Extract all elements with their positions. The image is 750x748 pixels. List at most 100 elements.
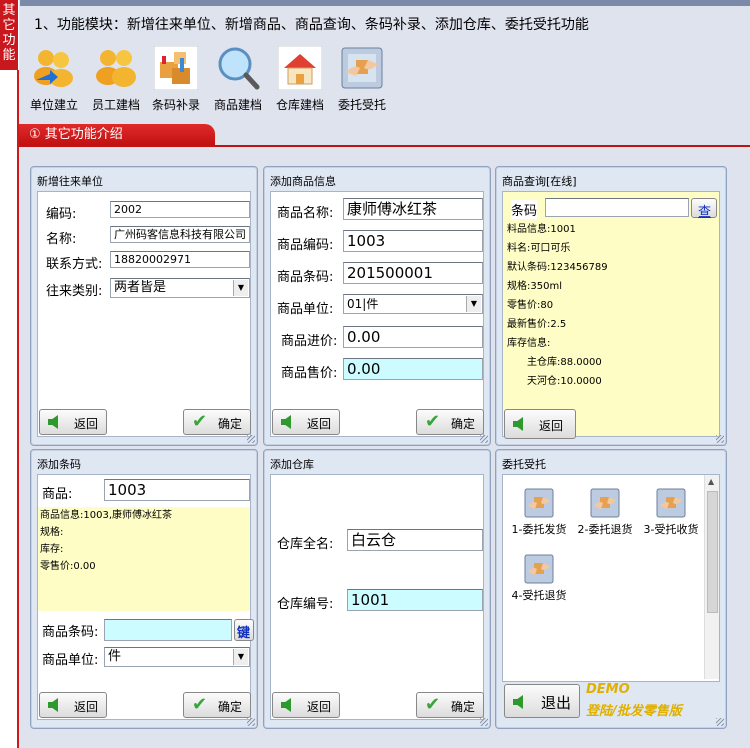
scroll-thumb[interactable] <box>707 491 718 613</box>
back-button[interactable]: 返回 <box>272 692 340 718</box>
unit-name-input[interactable]: 广州码客信息科技有限公司 <box>110 226 250 243</box>
product-code-input[interactable]: 1003 <box>343 230 483 252</box>
barcode-form: 商品: 1003 商品信息:1003,康师傅冰红茶 规格: 库存: 零售价:0.… <box>37 474 254 720</box>
resize-grip-icon[interactable] <box>247 435 255 443</box>
info-line: 料品信息:1001 <box>507 224 576 235</box>
resize-grip-icon[interactable] <box>716 435 724 443</box>
warehouse-name-input[interactable]: 白云仓 <box>347 529 483 551</box>
query-panel: 商品查询[在线] 条码 查 料品信息:1001 料名:可口可乐 默认条码:123… <box>495 166 727 446</box>
resize-grip-icon[interactable] <box>716 718 724 726</box>
barcode-unit-value: 件 <box>108 649 122 664</box>
product-price-input[interactable]: 0.00 <box>343 358 483 380</box>
section-title: ① 其它功能介绍 <box>19 124 215 146</box>
info-line: 库存信息: <box>507 338 551 349</box>
module-unit[interactable]: 单位建立 <box>24 46 84 113</box>
ok-button[interactable]: ✔ 确定 <box>183 409 251 435</box>
page-heading: 1、功能模块：新增往来单位、新增商品、商品查询、条码补录、添加仓库、委托受托功能 <box>34 17 589 33</box>
info-line: 规格: <box>40 527 64 538</box>
warehouse-form: 仓库全名: 白云仓 仓库编号: 1001 <box>270 474 484 720</box>
warehouse-code-label: 仓库编号: <box>277 597 334 612</box>
back-button[interactable]: 返回 <box>39 692 107 718</box>
dropdown-arrow-icon[interactable]: ▼ <box>233 649 248 665</box>
barcode-unit-select[interactable]: 件 ▼ <box>104 647 250 667</box>
panel-title: 添加商品信息 <box>270 175 336 188</box>
keyboard-button[interactable]: 键 <box>234 619 254 641</box>
side-tab-label[interactable]: 其它功能 <box>0 0 18 70</box>
module-staff[interactable]: 员工建档 <box>86 46 146 113</box>
exit-button[interactable]: 退出 <box>504 684 580 718</box>
module-product[interactable]: 商品建档 <box>208 46 268 113</box>
scroll-up-icon[interactable]: ▲ <box>708 477 714 486</box>
query-search-button[interactable]: 查 <box>691 198 717 220</box>
unit-contact-input[interactable]: 18820002971 <box>110 251 250 268</box>
module-label: 商品建档 <box>213 98 262 112</box>
back-label: 返回 <box>74 417 99 431</box>
magnifier-icon <box>216 46 260 90</box>
product-cost-label: 商品进价: <box>281 334 338 349</box>
unit-type-value: 两者皆是 <box>114 280 167 295</box>
product-cost-input[interactable]: 0.00 <box>343 326 483 348</box>
handshake-icon <box>524 554 554 584</box>
dropdown-arrow-icon[interactable]: ▼ <box>233 280 248 296</box>
query-barcode-input[interactable] <box>545 198 689 217</box>
search-label: 查 <box>698 205 712 220</box>
barcode-input[interactable] <box>104 619 232 641</box>
back-button[interactable]: 返回 <box>39 409 107 435</box>
check-icon: ✔ <box>192 411 208 432</box>
warehouse-panel: 添加仓库 仓库全名: 白云仓 仓库编号: 1001 返回 ✔ 确定 <box>263 449 491 729</box>
panel-title: 新增往来单位 <box>37 175 103 188</box>
back-label: 返回 <box>307 700 332 714</box>
boxes-icon <box>153 45 199 91</box>
ok-button[interactable]: ✔ 确定 <box>183 692 251 718</box>
resize-grip-icon[interactable] <box>480 718 488 726</box>
module-warehouse[interactable]: 仓库建档 <box>270 45 330 113</box>
ok-button[interactable]: ✔ 确定 <box>416 692 484 718</box>
product-barcode-input[interactable]: 201500001 <box>343 262 483 284</box>
unit-type-select[interactable]: 两者皆是 ▼ <box>110 278 250 298</box>
back-arrow-icon <box>48 415 58 429</box>
handshake-icon <box>340 46 384 90</box>
resize-grip-icon[interactable] <box>247 718 255 726</box>
product-unit-select[interactable]: 01|件 ▼ <box>343 294 483 314</box>
entrust-item[interactable]: 3-受托收货 <box>636 488 706 537</box>
back-button[interactable]: 返回 <box>272 409 340 435</box>
info-line: 料名:可口可乐 <box>507 243 571 254</box>
back-button[interactable]: 返回 <box>504 409 576 439</box>
product-name-input[interactable]: 康师傅冰红茶 <box>343 198 483 220</box>
ok-button[interactable]: ✔ 确定 <box>416 409 484 435</box>
panel-title: 添加条码 <box>37 458 81 471</box>
entrust-item-label: 3-受托收货 <box>643 523 699 536</box>
unit-contact-label: 联系方式: <box>46 257 103 272</box>
module-entrust[interactable]: 委托受托 <box>332 46 392 113</box>
handshake-icon <box>656 488 686 518</box>
unit-panel: 新增往来单位 编码: 2002 名称: 广州码客信息科技有限公司 联系方式: 1… <box>30 166 258 446</box>
dropdown-arrow-icon[interactable]: ▼ <box>466 296 481 312</box>
unit-code-input[interactable]: 2002 <box>110 201 250 218</box>
warehouse-code-input[interactable]: 1001 <box>347 589 483 611</box>
check-icon: ✔ <box>192 694 208 715</box>
entrust-item[interactable]: 4-受托退货 <box>504 554 574 603</box>
entrust-item[interactable]: 2-委托退货 <box>570 488 640 537</box>
info-line: 零售价:0.00 <box>40 561 96 572</box>
ok-label: 确定 <box>218 417 243 431</box>
section-divider <box>19 145 750 147</box>
panel-title: 委托受托 <box>502 458 546 471</box>
module-barcode[interactable]: 条码补录 <box>146 45 206 113</box>
entrust-item-label: 4-受托退货 <box>511 589 567 602</box>
vertical-scrollbar[interactable]: ▲ <box>704 475 719 679</box>
query-area: 条码 查 料品信息:1001 料名:可口可乐 默认条码:123456789 规格… <box>502 191 720 437</box>
back-arrow-icon <box>281 698 291 712</box>
info-line: 规格:350ml <box>507 281 562 292</box>
product-barcode-label: 商品条码: <box>277 270 334 285</box>
top-bar <box>0 0 750 6</box>
query-barcode-label: 条码 <box>511 200 538 219</box>
barcode-product-input[interactable]: 1003 <box>104 479 250 501</box>
resize-grip-icon[interactable] <box>480 435 488 443</box>
demo-edition: 登陆/批发零售版 <box>586 704 682 719</box>
entrust-item[interactable]: 1-委托发货 <box>504 488 574 537</box>
unit-type-label: 往来类别: <box>46 284 103 299</box>
exit-label: 退出 <box>541 694 572 712</box>
barcode-product-label: 商品: <box>42 487 73 502</box>
product-unit-value: 01|件 <box>347 297 379 311</box>
panel-title: 商品查询[在线] <box>502 175 577 188</box>
